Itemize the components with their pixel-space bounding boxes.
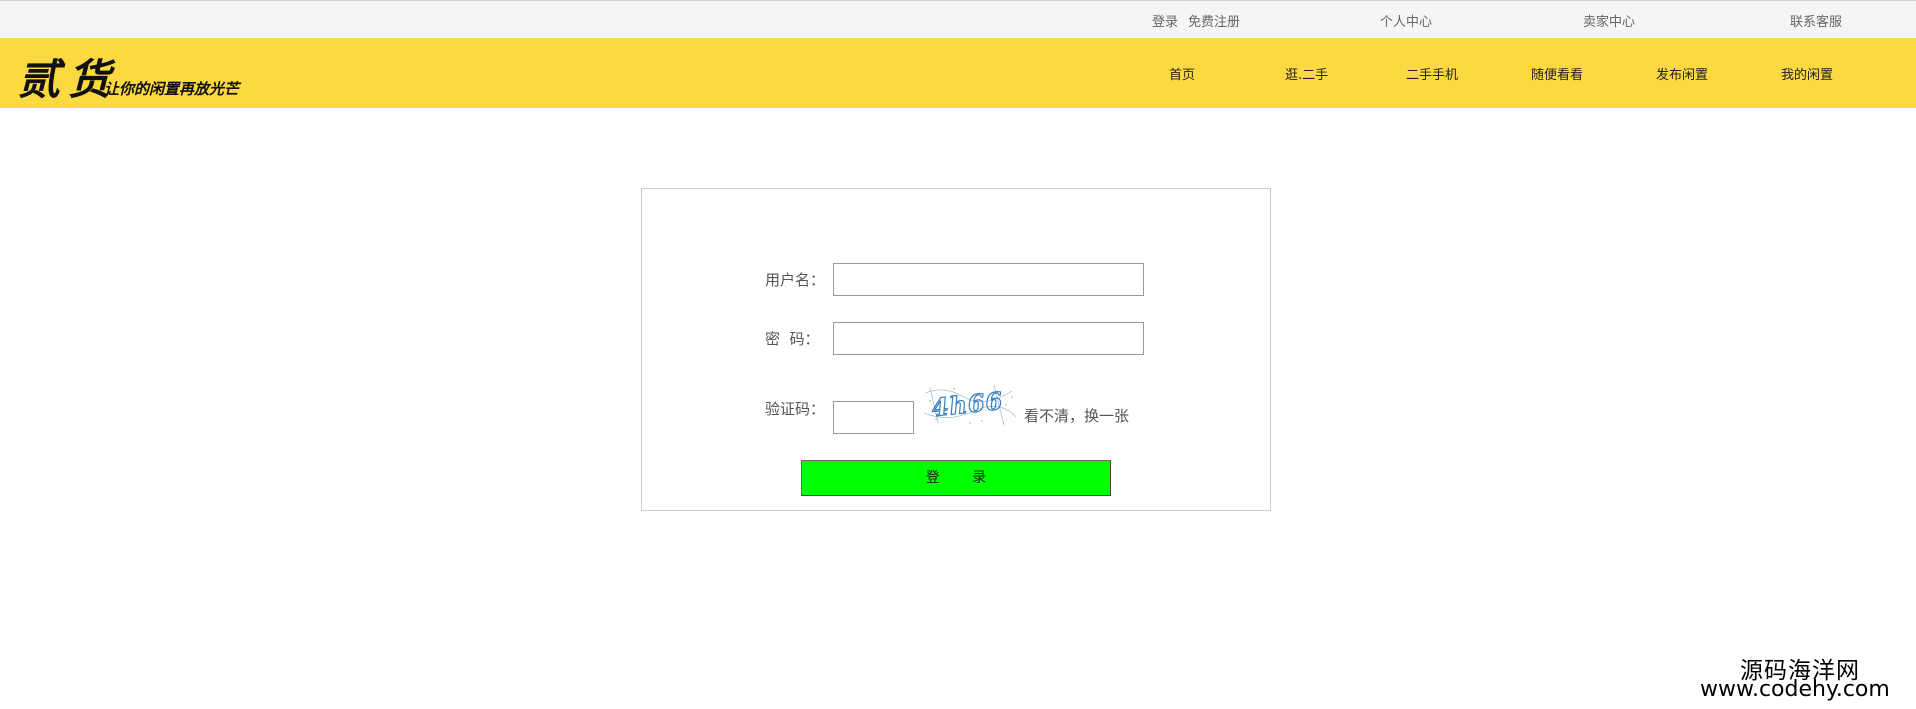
refresh-captcha-link[interactable]: 看不清，换一张 — [1024, 405, 1129, 426]
nav-my-items[interactable]: 我的闲置 — [1781, 64, 1833, 83]
top-register-link[interactable]: 免费注册 — [1188, 11, 1240, 30]
username-input[interactable] — [833, 263, 1144, 296]
nav-secondhand-phones[interactable]: 二手手机 — [1406, 64, 1458, 83]
contact-service-link[interactable]: 联系客服 — [1790, 11, 1842, 30]
captcha-label: 验证码： — [765, 400, 826, 418]
nav-random-browse[interactable]: 随便看看 — [1531, 64, 1583, 83]
watermark-en: www.codehy.com — [1700, 677, 1890, 702]
login-submit-button[interactable]: 登 录 — [801, 460, 1111, 496]
personal-center-link[interactable]: 个人中心 — [1380, 11, 1432, 30]
captcha-input[interactable] — [833, 401, 914, 434]
nav-publish-item[interactable]: 发布闲置 — [1656, 64, 1708, 83]
top-utility-bar: 登录 免费注册 个人中心 卖家中心 联系客服 — [0, 0, 1916, 38]
site-watermark: 源码海洋网 www.codehy.com — [1700, 651, 1910, 703]
captcha-image[interactable]: 4h66 — [924, 383, 1016, 427]
nav-browse-secondhand[interactable]: 逛.二手 — [1285, 64, 1328, 83]
logo-slogan: 让你的闲置再放光芒 — [104, 80, 240, 98]
site-header: 贰货 让你的闲置再放光芒 首页 逛.二手 二手手机 随便看看 发布闲置 我的闲置 — [0, 38, 1916, 108]
password-label: 密 码： — [765, 330, 820, 348]
site-logo[interactable]: 贰货 让你的闲置再放光芒 — [18, 44, 248, 104]
nav-home[interactable]: 首页 — [1169, 64, 1195, 83]
password-input[interactable] — [833, 322, 1144, 355]
seller-center-link[interactable]: 卖家中心 — [1583, 11, 1635, 30]
top-login-link[interactable]: 登录 — [1152, 11, 1178, 30]
logo-title: 贰货 — [18, 55, 119, 104]
username-label: 用户名： — [765, 271, 826, 289]
login-panel: 用户名： 密 码： 验证码： 4h66 看不清，换一张 登 录 — [641, 188, 1271, 511]
